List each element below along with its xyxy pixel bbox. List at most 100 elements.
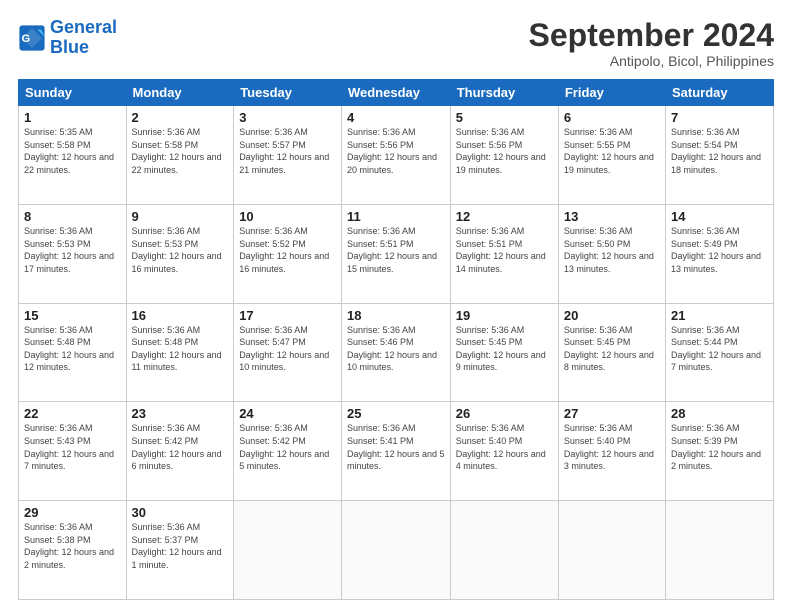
calendar-week-row: 15Sunrise: 5:36 AMSunset: 5:48 PMDayligh…: [19, 303, 774, 402]
day-number: 11: [347, 209, 445, 224]
day-number: 21: [671, 308, 768, 323]
daylight-label: Daylight: 12 hours and 17 minutes.: [24, 251, 114, 274]
daylight-label: Daylight: 12 hours and 1 minute.: [132, 547, 222, 570]
sunrise-label: Sunrise: 5:36 AM: [671, 325, 740, 335]
day-number: 13: [564, 209, 660, 224]
day-number: 3: [239, 110, 336, 125]
calendar-cell: 28Sunrise: 5:36 AMSunset: 5:39 PMDayligh…: [666, 402, 774, 501]
calendar-cell: [450, 501, 558, 600]
day-info: Sunrise: 5:36 AMSunset: 5:42 PMDaylight:…: [239, 422, 336, 472]
sunset-label: Sunset: 5:48 PM: [132, 337, 199, 347]
calendar-cell: 14Sunrise: 5:36 AMSunset: 5:49 PMDayligh…: [666, 204, 774, 303]
sunrise-label: Sunrise: 5:36 AM: [456, 226, 525, 236]
calendar-cell: [341, 501, 450, 600]
day-number: 27: [564, 406, 660, 421]
daylight-label: Daylight: 12 hours and 4 minutes.: [456, 449, 546, 472]
sunrise-label: Sunrise: 5:36 AM: [564, 325, 633, 335]
calendar-cell: 8Sunrise: 5:36 AMSunset: 5:53 PMDaylight…: [19, 204, 127, 303]
day-info: Sunrise: 5:36 AMSunset: 5:42 PMDaylight:…: [132, 422, 229, 472]
daylight-label: Daylight: 12 hours and 16 minutes.: [132, 251, 222, 274]
day-number: 8: [24, 209, 121, 224]
sunrise-label: Sunrise: 5:36 AM: [132, 127, 201, 137]
sunset-label: Sunset: 5:51 PM: [456, 239, 523, 249]
sunset-label: Sunset: 5:41 PM: [347, 436, 414, 446]
day-number: 19: [456, 308, 553, 323]
sunrise-label: Sunrise: 5:36 AM: [132, 325, 201, 335]
day-number: 6: [564, 110, 660, 125]
calendar-cell: 15Sunrise: 5:36 AMSunset: 5:48 PMDayligh…: [19, 303, 127, 402]
day-info: Sunrise: 5:36 AMSunset: 5:45 PMDaylight:…: [564, 324, 660, 374]
sunset-label: Sunset: 5:44 PM: [671, 337, 738, 347]
sunset-label: Sunset: 5:37 PM: [132, 535, 199, 545]
day-number: 2: [132, 110, 229, 125]
sunset-label: Sunset: 5:57 PM: [239, 140, 306, 150]
day-info: Sunrise: 5:36 AMSunset: 5:49 PMDaylight:…: [671, 225, 768, 275]
daylight-label: Daylight: 12 hours and 13 minutes.: [564, 251, 654, 274]
sunset-label: Sunset: 5:38 PM: [24, 535, 91, 545]
svg-text:G: G: [22, 33, 31, 45]
day-info: Sunrise: 5:36 AMSunset: 5:52 PMDaylight:…: [239, 225, 336, 275]
page: G General Blue September 2024 Antipolo, …: [0, 0, 792, 612]
sunrise-label: Sunrise: 5:36 AM: [24, 522, 93, 532]
header-monday: Monday: [126, 80, 234, 106]
logo-blue: Blue: [50, 37, 89, 57]
sunset-label: Sunset: 5:40 PM: [456, 436, 523, 446]
calendar-cell: [666, 501, 774, 600]
day-info: Sunrise: 5:36 AM Sunset: 5:45 PM Daylight:…: [456, 324, 553, 374]
calendar-week-row: 22Sunrise: 5:36 AMSunset: 5:43 PMDayligh…: [19, 402, 774, 501]
day-number: 18: [347, 308, 445, 323]
calendar-cell: 17Sunrise: 5:36 AMSunset: 5:47 PMDayligh…: [234, 303, 342, 402]
daylight-label: Daylight: 12 hours and 18 minutes.: [671, 152, 761, 175]
day-info: Sunrise: 5:36 AMSunset: 5:51 PMDaylight:…: [456, 225, 553, 275]
daylight-label: Daylight: 12 hours and 19 minutes.: [456, 152, 546, 175]
sunrise-label: Sunrise: 5:36 AM: [671, 127, 740, 137]
sunrise-label: Sunrise: 5:36 AM: [132, 522, 201, 532]
calendar-cell: 20Sunrise: 5:36 AMSunset: 5:45 PMDayligh…: [558, 303, 665, 402]
calendar-cell: 22Sunrise: 5:36 AMSunset: 5:43 PMDayligh…: [19, 402, 127, 501]
calendar-cell: 25Sunrise: 5:36 AMSunset: 5:41 PMDayligh…: [341, 402, 450, 501]
sunset-label: Sunset: 5:56 PM: [347, 140, 414, 150]
calendar-cell: 2Sunrise: 5:36 AMSunset: 5:58 PMDaylight…: [126, 106, 234, 205]
daylight-label: Daylight: 12 hours and 9 minutes.: [456, 350, 546, 373]
day-info: Sunrise: 5:36 AM Sunset: 5:44 PM Daylight:…: [671, 324, 768, 374]
sunrise-label: Sunrise: 5:36 AM: [239, 226, 308, 236]
sunrise-label: Sunrise: 5:36 AM: [239, 325, 308, 335]
calendar-cell: 18Sunrise: 5:36 AMSunset: 5:46 PMDayligh…: [341, 303, 450, 402]
sunset-label: Sunset: 5:40 PM: [564, 436, 631, 446]
sunrise-label: Sunrise: 5:36 AM: [132, 423, 201, 433]
sunset-label: Sunset: 5:56 PM: [456, 140, 523, 150]
daylight-label: Daylight: 12 hours and 21 minutes.: [239, 152, 329, 175]
sunset-label: Sunset: 5:58 PM: [24, 140, 91, 150]
logo-general: General: [50, 17, 117, 37]
calendar-week-row: 8Sunrise: 5:36 AMSunset: 5:53 PMDaylight…: [19, 204, 774, 303]
title-block: September 2024 Antipolo, Bicol, Philippi…: [529, 18, 774, 69]
calendar-cell: 6Sunrise: 5:36 AMSunset: 5:55 PMDaylight…: [558, 106, 665, 205]
sunrise-label: Sunrise: 5:36 AM: [456, 325, 525, 335]
calendar-week-row: 1Sunrise: 5:35 AMSunset: 5:58 PMDaylight…: [19, 106, 774, 205]
sunrise-label: Sunrise: 5:36 AM: [564, 127, 633, 137]
sunset-label: Sunset: 5:54 PM: [671, 140, 738, 150]
calendar-cell: 3Sunrise: 5:36 AMSunset: 5:57 PMDaylight…: [234, 106, 342, 205]
sunset-label: Sunset: 5:45 PM: [456, 337, 523, 347]
sunrise-label: Sunrise: 5:36 AM: [671, 423, 740, 433]
day-info: Sunrise: 5:36 AM Sunset: 5:54 PM Daylight:…: [671, 126, 768, 176]
calendar-cell: [234, 501, 342, 600]
day-number: 5: [456, 110, 553, 125]
calendar-cell: 1Sunrise: 5:35 AMSunset: 5:58 PMDaylight…: [19, 106, 127, 205]
day-number: 22: [24, 406, 121, 421]
daylight-label: Daylight: 12 hours and 16 minutes.: [239, 251, 329, 274]
day-info: Sunrise: 5:36 AMSunset: 5:56 PMDaylight:…: [347, 126, 445, 176]
sunrise-label: Sunrise: 5:36 AM: [456, 127, 525, 137]
sunrise-label: Sunrise: 5:36 AM: [347, 423, 416, 433]
daylight-label: Daylight: 12 hours and 7 minutes.: [24, 449, 114, 472]
daylight-label: Daylight: 12 hours and 11 minutes.: [132, 350, 222, 373]
weekday-header-row: Sunday Monday Tuesday Wednesday Thursday…: [19, 80, 774, 106]
daylight-label: Daylight: 12 hours and 6 minutes.: [132, 449, 222, 472]
day-info: Sunrise: 5:36 AM Sunset: 5:37 PM Daylight:…: [132, 521, 229, 571]
sunset-label: Sunset: 5:55 PM: [564, 140, 631, 150]
calendar-cell: 5 Sunrise: 5:36 AM Sunset: 5:56 PM Daylight…: [450, 106, 558, 205]
header-thursday: Thursday: [450, 80, 558, 106]
daylight-label: Daylight: 12 hours and 7 minutes.: [671, 350, 761, 373]
daylight-label: Daylight: 12 hours and 20 minutes.: [347, 152, 437, 175]
logo-icon: G: [18, 24, 46, 52]
